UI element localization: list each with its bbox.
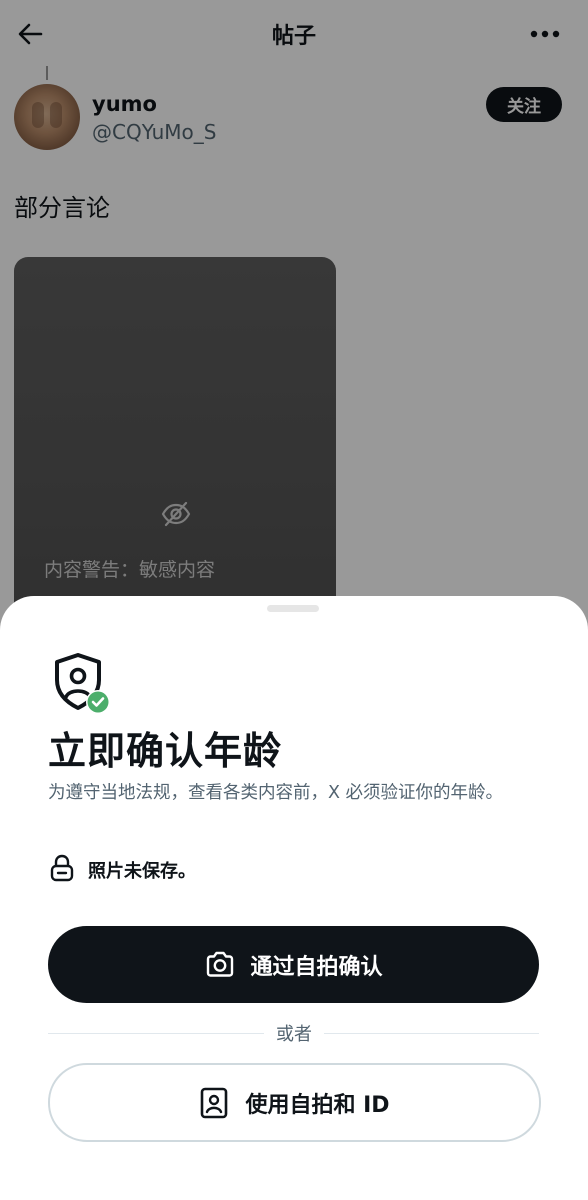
or-separator: 或者 — [264, 1020, 324, 1046]
lock-icon — [50, 854, 74, 882]
verify-by-selfie-label: 通过自拍确认 — [250, 954, 383, 980]
verify-by-selfie-button[interactable]: 通过自拍确认 — [48, 926, 539, 1003]
sheet-description: 为遵守当地法规，查看各类内容前，X 必须验证你的年龄。 — [48, 783, 504, 803]
selfie-and-id-label: 使用自拍和 ID — [245, 1092, 390, 1118]
privacy-note-text: 照片未保存。 — [88, 861, 196, 882]
shield-user-check-icon — [55, 653, 110, 714]
camera-icon — [207, 951, 234, 977]
age-verification-sheet: 立即确认年龄 为遵守当地法规，查看各类内容前，X 必须验证你的年龄。 照片未保存… — [0, 596, 588, 1200]
selfie-and-id-button[interactable]: 使用自拍和 ID — [48, 1063, 541, 1142]
sheet-title: 立即确认年龄 — [48, 729, 283, 773]
sheet-grabber[interactable] — [267, 605, 319, 612]
post-screen: 帖子 yumo @CQYuMo_S 关注 部分言论 内容警告：敏感内容 立即确认… — [0, 0, 588, 1200]
id-card-icon — [201, 1087, 228, 1118]
